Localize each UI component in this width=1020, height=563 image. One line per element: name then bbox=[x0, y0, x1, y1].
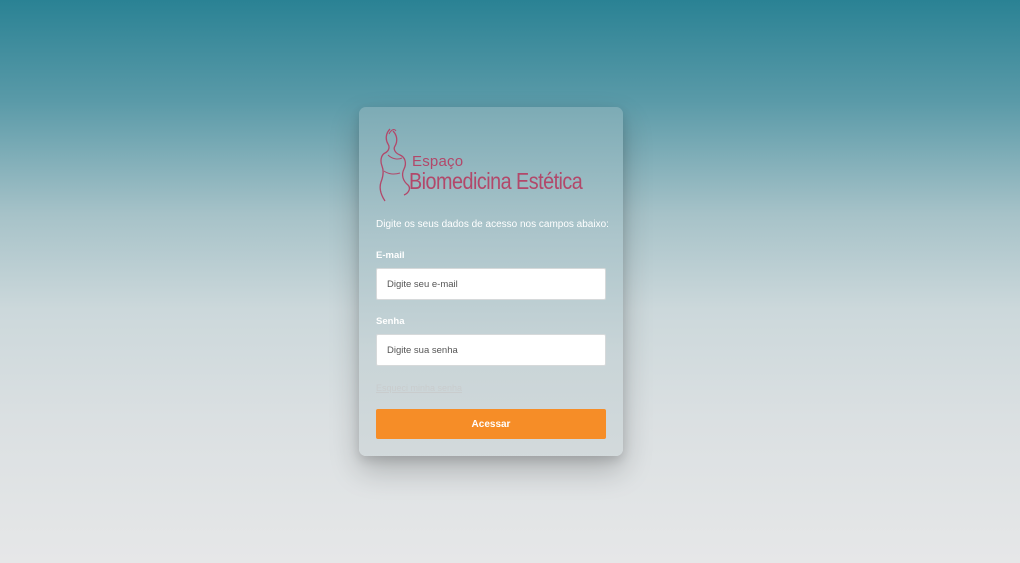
forgot-password-link[interactable]: Esqueci minha senha bbox=[376, 383, 462, 393]
password-label: Senha bbox=[376, 316, 405, 327]
email-field[interactable] bbox=[376, 268, 606, 300]
login-button[interactable]: Acessar bbox=[376, 409, 606, 439]
login-card: Espaço Biomedicina Estética Digite os se… bbox=[359, 107, 623, 456]
brand-logo: Espaço Biomedicina Estética bbox=[376, 125, 586, 207]
email-label: E-mail bbox=[376, 250, 405, 261]
password-field[interactable] bbox=[376, 334, 606, 366]
login-instruction: Digite os seus dados de acesso nos campo… bbox=[376, 219, 609, 230]
logo-text-title: Biomedicina Estética bbox=[409, 168, 583, 194]
